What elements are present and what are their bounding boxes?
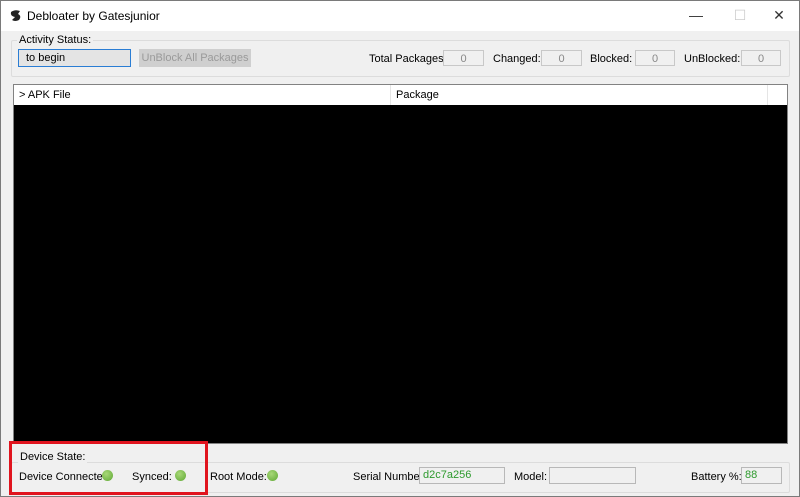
window-title: Debloater by Gatesjunior xyxy=(27,9,160,23)
maximize-button[interactable]: ☐ xyxy=(725,5,755,25)
column-apk-file[interactable]: > APK File xyxy=(14,85,391,105)
title-bar: Debloater by Gatesjunior — ☐ ✕ xyxy=(1,1,799,31)
app-logo-icon xyxy=(10,10,21,21)
activity-status-field[interactable]: to begin xyxy=(18,49,131,67)
activity-status-label: Activity Status: xyxy=(17,34,94,46)
app-window: Debloater by Gatesjunior — ☐ ✕ Activity … xyxy=(0,0,800,497)
serial-number-label: Serial Number: xyxy=(353,471,427,483)
highlight-box xyxy=(9,441,208,495)
column-package[interactable]: Package xyxy=(391,85,768,105)
list-header: > APK File Package xyxy=(14,85,787,105)
model-label: Model: xyxy=(514,471,548,483)
root-mode-indicator xyxy=(267,470,278,481)
battery-field: 88 xyxy=(741,467,782,484)
blocked-label: Blocked: xyxy=(590,53,633,65)
total-packages-field: 0 xyxy=(443,50,484,66)
unblocked-field: 0 xyxy=(741,50,781,66)
root-mode-label: Root Mode: xyxy=(210,471,267,483)
blocked-field: 0 xyxy=(635,50,675,66)
battery-label: Battery %: xyxy=(691,471,742,483)
unblocked-label: UnBlocked: xyxy=(684,53,741,65)
unblock-all-button[interactable]: UnBlock All Packages xyxy=(139,49,251,67)
close-button[interactable]: ✕ xyxy=(764,5,794,25)
serial-number-field: d2c7a256 xyxy=(419,467,505,484)
total-packages-label: Total Packages: xyxy=(369,53,447,65)
package-list[interactable]: > APK File Package xyxy=(13,84,788,444)
changed-label: Changed: xyxy=(493,53,541,65)
minimize-button[interactable]: — xyxy=(681,5,711,25)
model-field xyxy=(549,467,636,484)
changed-field: 0 xyxy=(541,50,582,66)
